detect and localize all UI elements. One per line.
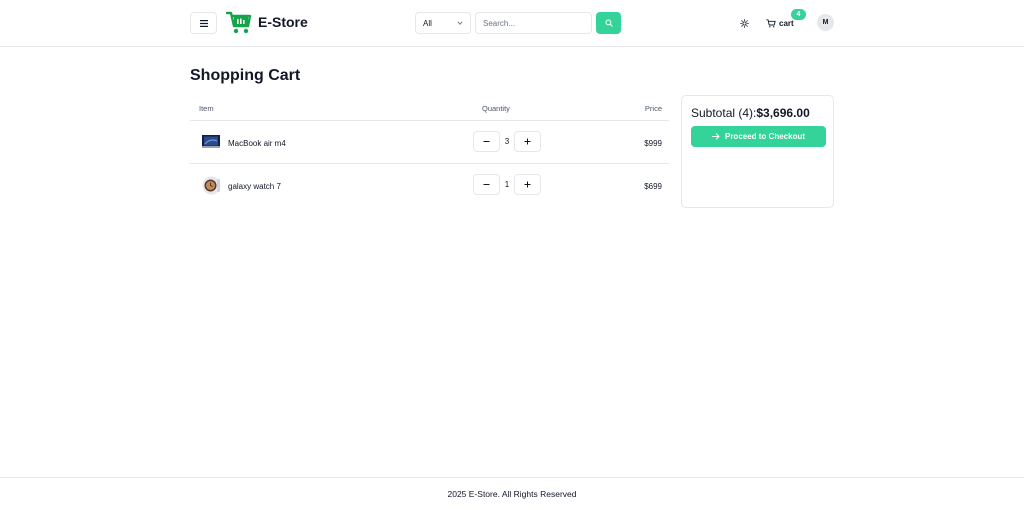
cart-item-row: MacBook air m4 3 $999 <box>190 121 669 164</box>
cart-table-header: Item Quantity Price <box>190 96 669 121</box>
page-title: Shopping Cart <box>190 67 301 84</box>
arrow-right-icon <box>712 133 720 140</box>
category-selected-value: All <box>423 18 432 28</box>
brand-name[interactable]: E-Store <box>258 14 308 30</box>
footer: 2025 E-Store. All Rights Reserved <box>0 477 1024 510</box>
proceed-to-checkout-button[interactable]: Proceed to Checkout <box>691 126 826 147</box>
product-name[interactable]: galaxy watch 7 <box>228 182 281 191</box>
decrease-quantity-button[interactable] <box>473 174 500 195</box>
shopping-cart-logo-icon[interactable] <box>226 11 252 35</box>
subtotal: Subtotal (4):$3,696.00 <box>691 106 810 120</box>
increase-quantity-button[interactable] <box>514 174 541 195</box>
subtotal-label: Subtotal (4): <box>691 106 757 120</box>
cart-count-badge: 4 <box>791 9 806 20</box>
cart-link[interactable]: cart <box>766 14 794 32</box>
cart-label: cart <box>779 18 794 28</box>
search-button[interactable] <box>596 12 621 34</box>
watch-thumbnail[interactable] <box>202 176 221 195</box>
column-header-item: Item <box>199 104 214 113</box>
minus-icon <box>483 184 490 185</box>
theme-toggle-button[interactable] <box>736 15 752 31</box>
menu-button[interactable] <box>190 12 217 34</box>
cart-table: Item Quantity Price MacBook air m4 3 $99… <box>190 96 669 207</box>
user-avatar[interactable]: M <box>817 14 834 31</box>
minus-icon <box>483 141 490 142</box>
top-navbar: E-Store All cart 4 <box>0 0 1024 47</box>
checkout-label: Proceed to Checkout <box>724 132 805 141</box>
product-price: $699 <box>644 182 662 191</box>
decrease-quantity-button[interactable] <box>473 131 500 152</box>
product-name[interactable]: MacBook air m4 <box>228 139 286 148</box>
search-icon <box>605 19 613 27</box>
sun-icon <box>739 18 749 28</box>
column-header-price: Price <box>644 104 662 113</box>
quantity-value: 3 <box>504 137 510 146</box>
search-input[interactable] <box>475 12 592 34</box>
laptop-thumbnail[interactable] <box>202 135 220 148</box>
chevron-down-icon <box>457 21 463 25</box>
increase-quantity-button[interactable] <box>514 131 541 152</box>
plus-icon <box>524 181 531 188</box>
column-header-quantity: Quantity <box>482 104 510 113</box>
cart-item-row: galaxy watch 7 1 $699 <box>190 164 669 207</box>
plus-icon <box>524 138 531 145</box>
product-price: $999 <box>644 139 662 148</box>
category-select[interactable]: All <box>415 12 471 34</box>
copyright-text: 2025 E-Store. All Rights Reserved <box>447 489 577 499</box>
quantity-stepper: 3 <box>473 131 541 152</box>
quantity-value: 1 <box>504 180 510 189</box>
order-summary-card: Subtotal (4):$3,696.00 Proceed to Checko… <box>681 95 834 208</box>
quantity-stepper: 1 <box>473 174 541 195</box>
hamburger-menu-icon <box>199 19 208 27</box>
subtotal-value: $3,696.00 <box>756 106 810 120</box>
cart-icon <box>766 18 776 27</box>
